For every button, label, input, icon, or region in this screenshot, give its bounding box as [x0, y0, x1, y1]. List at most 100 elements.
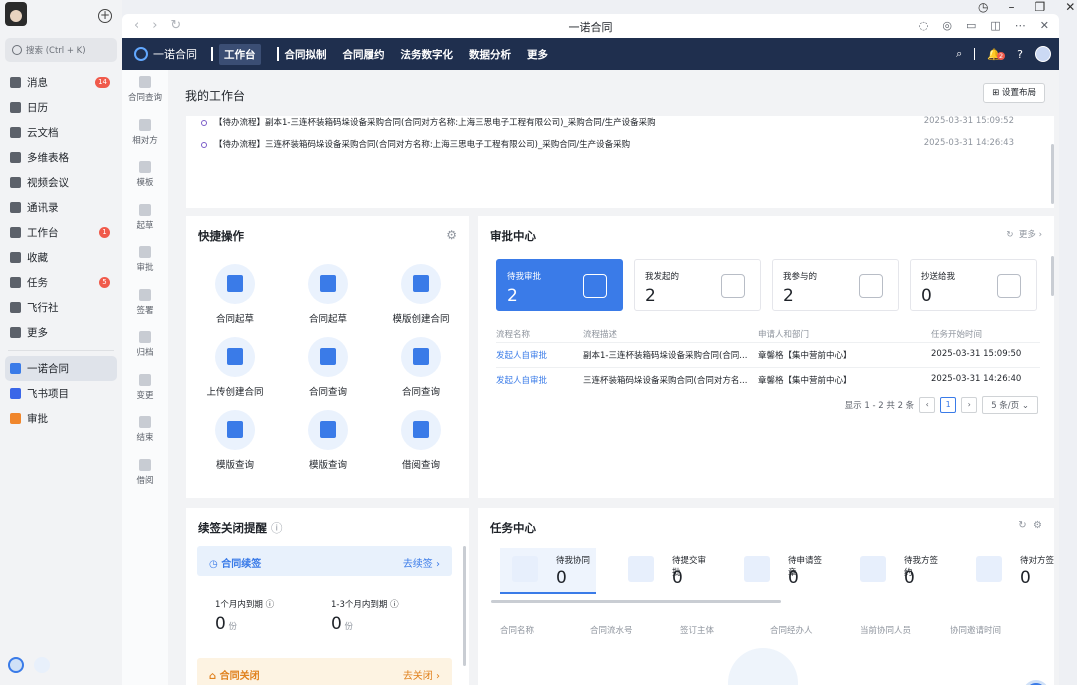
quick-action-label: 合同查询: [401, 387, 440, 398]
approval-card[interactable]: 待我审批 2: [496, 259, 623, 311]
sidebar-item[interactable]: 工作台 1: [0, 220, 122, 245]
minimize-icon[interactable]: –: [1008, 0, 1014, 14]
help-icon[interactable]: ?: [1017, 48, 1023, 61]
inner-sidebar-item[interactable]: 合同查询: [122, 70, 168, 113]
quick-action[interactable]: 模版查询: [190, 410, 280, 471]
topnav-item[interactable]: 更多: [527, 47, 548, 62]
inner-sidebar-item[interactable]: 起草: [122, 198, 168, 241]
history-icon[interactable]: ◷: [978, 0, 988, 14]
search-input[interactable]: 搜索 (Ctrl + K): [5, 38, 117, 62]
sidebar-app-item[interactable]: 一诺合同: [5, 356, 117, 381]
inner-sidebar-item[interactable]: 归档: [122, 325, 168, 368]
bell-icon[interactable]: 🔔2: [987, 48, 1006, 61]
quick-action[interactable]: 合同起草: [283, 264, 373, 325]
sidebar-item[interactable]: 任务 5: [0, 270, 122, 295]
quick-action[interactable]: 合同查询: [376, 337, 466, 398]
more-icon[interactable]: ⋯: [1015, 19, 1026, 32]
scrollbar[interactable]: [463, 546, 466, 666]
user-avatar[interactable]: [5, 2, 27, 26]
task-card-value: 0: [904, 568, 915, 588]
prev-page-button[interactable]: ‹: [919, 397, 936, 413]
quick-action[interactable]: 上传创建合同: [190, 337, 280, 398]
sidebar-item[interactable]: 更多: [0, 320, 122, 345]
inner-sidebar-item[interactable]: 借阅: [122, 453, 168, 496]
quick-action[interactable]: 模版创建合同: [376, 264, 466, 325]
go-close-link[interactable]: 去关闭 ›: [403, 667, 440, 682]
info-icon[interactable]: ⓘ: [271, 521, 283, 535]
feishu-app-icon[interactable]: [34, 657, 50, 673]
quick-action[interactable]: 借阅查询: [376, 410, 466, 471]
window-icon[interactable]: ▭: [966, 19, 976, 32]
more-link[interactable]: ↻ 更多 ›: [1006, 228, 1042, 240]
close-icon[interactable]: ✕: [1065, 0, 1075, 14]
gear-icon[interactable]: ⚙: [1033, 520, 1042, 531]
go-renew-link[interactable]: 去续签 ›: [403, 555, 440, 570]
task-card[interactable]: 待我方签约 0: [848, 548, 944, 594]
close-tab-icon[interactable]: ✕: [1040, 19, 1049, 32]
flow-item[interactable]: 【待办流程】副本1-三连杯装箱码垛设备采购合同(合同对方名称:上海三思电子工程有…: [201, 116, 1014, 128]
scrollbar[interactable]: [1051, 144, 1054, 204]
sidebar-item[interactable]: 收藏: [0, 245, 122, 270]
sidebar-app-item[interactable]: 审批: [0, 406, 122, 431]
yinuo-logo-icon[interactable]: [8, 657, 24, 673]
split-icon[interactable]: ◫: [990, 19, 1000, 32]
approval-card-label: 抄送给我: [921, 272, 956, 282]
nav-badge: 1: [99, 227, 110, 238]
page-size-select[interactable]: 5 条/页 ⌄: [982, 396, 1038, 414]
table-cell[interactable]: 发起人自审批: [496, 349, 547, 361]
brand[interactable]: 一诺合同: [134, 46, 197, 62]
task-title: 任务中心: [490, 521, 536, 535]
task-card[interactable]: 待提交审批 0: [616, 548, 712, 594]
flow-item[interactable]: 【待办流程】三连杯装箱码垛设备采购合同(合同对方名称:上海三思电子工程有限公司)…: [201, 138, 1014, 150]
sidebar-item[interactable]: 消息 14: [0, 70, 122, 95]
restore-icon[interactable]: ❐: [1034, 0, 1045, 14]
quick-action[interactable]: 合同起草: [190, 264, 280, 325]
sidebar-item[interactable]: 视频会议: [0, 170, 122, 195]
next-page-button[interactable]: ›: [961, 397, 978, 413]
sidebar-item[interactable]: 日历: [0, 95, 122, 120]
quick-action[interactable]: 合同查询: [283, 337, 373, 398]
inner-sidebar-item[interactable]: 审批: [122, 240, 168, 283]
comment-icon[interactable]: ◌: [919, 19, 929, 32]
gear-icon[interactable]: ⚙: [446, 228, 457, 242]
approval-card[interactable]: 我发起的 2: [634, 259, 761, 311]
search-icon[interactable]: ⌕: [956, 47, 962, 61]
inner-sidebar-item[interactable]: 变更: [122, 368, 168, 411]
scrollbar[interactable]: [1051, 256, 1054, 296]
table-row[interactable]: 发起人自审批 副本1-三连杯装箱码垛设备采购合同(合同... 章馨格【集中营前中心】…: [496, 342, 1040, 364]
approval-card[interactable]: 我参与的 2: [772, 259, 899, 311]
sidebar-item[interactable]: 通讯录: [0, 195, 122, 220]
task-card[interactable]: 待我协同 0: [500, 548, 596, 594]
sidebar-item[interactable]: 云文档: [0, 120, 122, 145]
user-avatar[interactable]: [1035, 46, 1051, 62]
topnav-item[interactable]: 法务数字化: [401, 47, 454, 62]
renewal-title: 续签关闭提醒 ⓘ: [198, 521, 283, 535]
sidebar-item[interactable]: 多维表格: [0, 145, 122, 170]
inner-sidebar-label: 合同查询: [127, 93, 162, 103]
plus-icon[interactable]: +: [98, 9, 112, 23]
table-row[interactable]: 发起人自审批 三连杯装箱码垛设备采购合同(合同对方名... 章馨格【集中营前中心】 2…: [496, 367, 1040, 389]
task-card[interactable]: 待申请签章 0: [732, 548, 828, 594]
robot-icon[interactable]: ◎: [942, 19, 952, 32]
sidebar-item[interactable]: 飞行社: [0, 295, 122, 320]
horizontal-scrollbar[interactable]: [491, 600, 781, 603]
topnav-item[interactable]: 工作台: [219, 43, 261, 65]
layout-settings-button[interactable]: ⊞ 设置布局: [983, 83, 1045, 103]
inner-sidebar-item[interactable]: 结束: [122, 410, 168, 453]
approval-card[interactable]: 抄送给我 0: [910, 259, 1037, 311]
menu-icon: [139, 76, 151, 88]
task-card[interactable]: 待对方签 0: [964, 548, 1059, 594]
column-header: 流程名称: [496, 330, 531, 340]
sidebar-app-item[interactable]: 飞书项目: [0, 381, 122, 406]
inner-sidebar-item[interactable]: 签署: [122, 283, 168, 326]
topnav-item[interactable]: 数据分析: [469, 47, 511, 62]
inner-sidebar-item[interactable]: 模板: [122, 155, 168, 198]
refresh-icon[interactable]: ↻: [1018, 520, 1026, 531]
page-button[interactable]: 1: [940, 397, 957, 413]
quick-action[interactable]: 模版查询: [283, 410, 373, 471]
topnav-item[interactable]: 合同履约: [343, 47, 385, 62]
inner-sidebar-item[interactable]: 相对方: [122, 113, 168, 156]
table-cell[interactable]: 发起人自审批: [496, 374, 547, 386]
topnav-item[interactable]: 合同拟制: [285, 47, 327, 62]
window-controls: ◷ – ❐ ✕: [978, 0, 1075, 14]
